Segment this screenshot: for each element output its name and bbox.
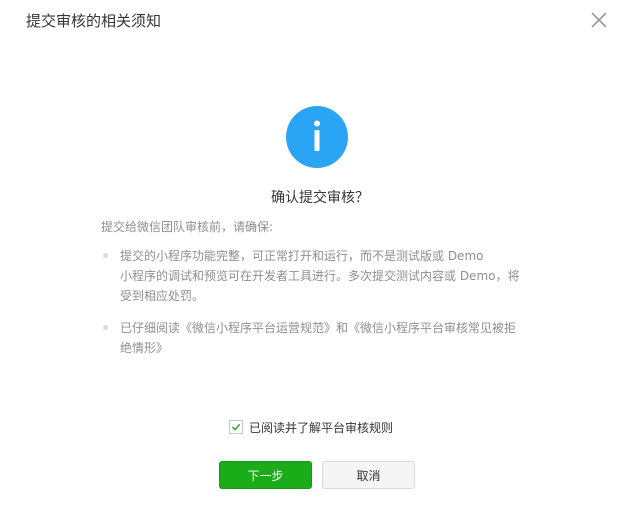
agreement-checkbox-row[interactable]: 已阅读并了解平台审核规则 — [229, 417, 393, 437]
info-icon — [286, 106, 348, 168]
requirement-line: 已仔细阅读《微信小程序平台运营规范》和《微信小程序平台审核常见被拒 — [120, 321, 517, 335]
agreement-checkbox[interactable] — [229, 420, 243, 434]
list-item: 提交的小程序功能完整，可正常打开和运行，而不是测试版或 Demo 小程序的调试和… — [101, 246, 541, 306]
close-icon — [591, 12, 607, 28]
submit-review-dialog: 提交审核的相关须知 确认提交审核？ 提交给微信团队审核前，请确保: 提交的小程序… — [0, 0, 640, 508]
checkmark-icon — [231, 423, 241, 431]
requirement-line: 受到相应处罚。 — [120, 289, 205, 303]
bullet-icon — [103, 325, 108, 330]
requirements-list: 提交的小程序功能完整，可正常打开和运行，而不是测试版或 Demo 小程序的调试和… — [101, 246, 541, 370]
bullet-icon — [103, 253, 108, 258]
agreement-label: 已阅读并了解平台审核规则 — [249, 420, 394, 435]
close-button[interactable] — [588, 9, 610, 31]
requirement-line: 小程序的调试和预览可在开发者工具进行。多次提交测试内容或 Demo，将 — [120, 269, 520, 283]
requirement-line: 绝情形》 — [120, 341, 169, 355]
cancel-button[interactable]: 取消 — [322, 461, 415, 489]
next-step-button[interactable]: 下一步 — [219, 461, 312, 489]
list-item: 已仔细阅读《微信小程序平台运营规范》和《微信小程序平台审核常见被拒 绝情形》 — [101, 318, 541, 358]
requirement-line: 提交的小程序功能完整，可正常打开和运行，而不是测试版或 Demo — [120, 249, 484, 263]
intro-text: 提交给微信团队审核前，请确保: — [101, 220, 274, 234]
dialog-title: 提交审核的相关须知 — [26, 12, 162, 30]
confirm-heading: 确认提交审核？ — [271, 190, 369, 206]
